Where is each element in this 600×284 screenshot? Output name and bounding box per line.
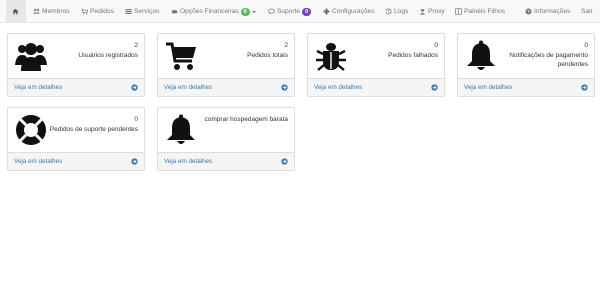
panel-count: 0 <box>434 42 438 49</box>
columns-icon <box>455 8 462 15</box>
panel-heading: 2 Pedidos totais <box>158 34 294 79</box>
arrow-circle-right-icon <box>581 84 588 91</box>
svg-text:?: ? <box>527 9 530 14</box>
arrow-circle-right-icon <box>281 84 288 91</box>
panel-footer[interactable]: Veja em detalhes <box>8 152 144 170</box>
gear-icon <box>323 8 330 15</box>
panel-footer[interactable]: Veja em detalhes <box>458 78 594 96</box>
panel-heading: 2 Usuários registrados <box>8 34 144 79</box>
nav-home[interactable] <box>6 0 26 23</box>
panel-count: 0 <box>584 42 588 49</box>
panel-notificacoes-pagamento: 0 Notificações de pagamento pendentes Ve… <box>457 33 595 97</box>
details-link[interactable]: Veja em detalhes <box>314 84 362 91</box>
nav-logs[interactable]: Logs <box>385 0 408 23</box>
panel-count: 2 <box>134 42 138 49</box>
shopping-cart-icon <box>81 8 88 15</box>
bug-icon <box>314 39 348 73</box>
list-icon <box>125 8 132 15</box>
nav-sair[interactable]: Sair <box>581 0 593 23</box>
panel-label: comprar hospedagem barata <box>204 116 288 123</box>
panel-label: Pedidos de suporte pendentes <box>49 126 138 133</box>
nav-suporte[interactable]: Suporte 0 <box>268 0 312 23</box>
panel-usuarios-registrados: 2 Usuários registrados Veja em detalhes <box>7 33 145 97</box>
users-icon <box>33 8 40 15</box>
panel-footer[interactable]: Veja em detalhes <box>308 78 444 96</box>
panel-heading: comprar hospedagem barata <box>158 108 294 153</box>
panel-heading: 0 Pedidos de suporte pendentes <box>8 108 144 153</box>
panel-count: 2 <box>284 42 288 49</box>
panel-hospedagem: comprar hospedagem barata Veja em detalh… <box>157 107 295 171</box>
details-link[interactable]: Veja em detalhes <box>464 84 512 91</box>
panel-footer[interactable]: Veja em detalhes <box>8 78 144 96</box>
panel-heading: 0 Notificações de pagamento pendentes <box>458 34 594 79</box>
details-link[interactable]: Veja em detalhes <box>164 158 212 165</box>
panel-label: Pedidos totais <box>247 52 288 59</box>
bell-icon <box>164 113 198 147</box>
panel-heading: 0 Pedidos falhados <box>308 34 444 79</box>
chevron-down-icon <box>251 10 256 13</box>
question-circle-icon: ? <box>525 8 532 15</box>
nav-pedidos[interactable]: Pedidos <box>81 0 114 23</box>
nav-configuracoes[interactable]: Configurações <box>323 0 375 23</box>
panel-pedidos-totais: 2 Pedidos totais Veja em detalhes <box>157 33 295 97</box>
nav-membros[interactable]: Membros <box>33 0 69 23</box>
nav-paineis-filhos[interactable]: Painéis Filhos <box>455 0 505 23</box>
users-icon <box>14 39 48 73</box>
bell-icon <box>464 39 498 73</box>
details-link[interactable]: Veja em detalhes <box>164 84 212 91</box>
nav-proxy[interactable]: Proxy <box>419 0 445 23</box>
details-link[interactable]: Veja em detalhes <box>14 84 62 91</box>
panel-label: Notificações de pagamento pendentes <box>509 52 588 68</box>
arrow-circle-right-icon <box>131 158 138 165</box>
arrow-circle-right-icon <box>431 84 438 91</box>
panel-label: Pedidos falhados <box>388 52 438 59</box>
financeiras-badge: 0 <box>240 7 250 16</box>
top-navbar: Membros Pedidos Serviços Opções Financei… <box>0 0 600 23</box>
panel-footer[interactable]: Veja em detalhes <box>158 152 294 170</box>
nav-informacoes[interactable]: ? Informações <box>525 0 570 23</box>
panel-label: Usuários registrados <box>78 52 138 59</box>
nav-servicos[interactable]: Serviços <box>125 0 159 23</box>
comments-icon <box>268 8 275 15</box>
arrow-circle-right-icon <box>131 84 138 91</box>
home-icon <box>11 8 19 15</box>
suporte-badge: 0 <box>302 7 312 16</box>
details-link[interactable]: Veja em detalhes <box>14 158 62 165</box>
history-icon <box>385 8 392 15</box>
shopping-cart-icon <box>164 39 198 73</box>
panel-count: 0 <box>134 116 138 123</box>
panel-footer[interactable]: Veja em detalhes <box>158 78 294 96</box>
nav-opcoes-financeiras[interactable]: Opções Financeiras 0 <box>171 0 256 23</box>
arrow-circle-right-icon <box>281 158 288 165</box>
panel-suporte-pendentes: 0 Pedidos de suporte pendentes Veja em d… <box>7 107 145 171</box>
user-secret-icon <box>419 8 426 15</box>
panel-pedidos-falhados: 0 Pedidos falhados Veja em detalhes <box>307 33 445 97</box>
life-ring-icon <box>14 113 48 147</box>
car-icon <box>171 8 178 15</box>
